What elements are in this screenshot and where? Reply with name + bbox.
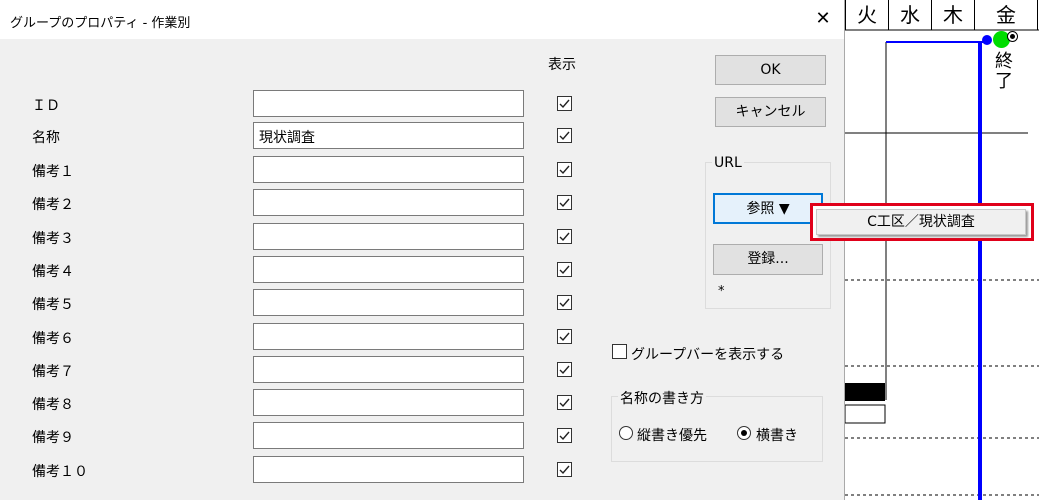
field-label: ＩＤ (32, 98, 60, 114)
show-group-bar-label: グループバーを表示する (631, 347, 785, 363)
checkmark-icon (559, 99, 570, 109)
milestone-target-icon (1007, 31, 1018, 42)
field-input[interactable] (253, 90, 524, 117)
checkmark-icon (559, 265, 570, 275)
display-checkbox[interactable] (557, 462, 572, 477)
field-label: 備考７ (32, 364, 74, 380)
field-input[interactable]: 現状調査 (253, 122, 524, 149)
field-input[interactable] (253, 456, 524, 483)
display-checkbox[interactable] (557, 96, 572, 111)
title-bar: グループのプロパティ - 作業別 ✕ (0, 0, 844, 39)
url-dropdown-menu: C工区／現状調査 (810, 203, 1034, 241)
ok-button[interactable]: OK (715, 55, 826, 85)
browse-button[interactable]: 参照 ▼ (713, 193, 823, 224)
dialog-title: グループのプロパティ - 作業別 (10, 16, 191, 31)
field-label: 備考２ (32, 197, 74, 213)
field-input[interactable] (253, 389, 524, 416)
field-input[interactable] (253, 156, 524, 183)
field-input[interactable] (253, 356, 524, 383)
name-style-group-title: 名称の書き方 (618, 388, 706, 408)
field-input[interactable] (253, 323, 524, 350)
display-checkbox[interactable] (557, 162, 572, 177)
field-label: 備考１０ (32, 464, 88, 480)
radio-dot-icon (741, 430, 747, 436)
checkmark-icon (559, 232, 570, 242)
show-group-bar-checkbox[interactable] (612, 344, 627, 359)
display-checkbox[interactable] (557, 428, 572, 443)
checkmark-icon (559, 431, 570, 441)
checkmark-icon (559, 198, 570, 208)
checkmark-icon (559, 298, 570, 308)
field-label: 備考６ (32, 331, 74, 347)
field-label: 備考８ (32, 397, 74, 413)
display-checkbox[interactable] (557, 262, 572, 277)
cancel-button[interactable]: キャンセル (715, 97, 826, 127)
display-checkbox[interactable] (557, 128, 572, 143)
field-input[interactable] (253, 223, 524, 250)
field-input[interactable] (253, 189, 524, 216)
checkmark-icon (559, 365, 570, 375)
register-button[interactable]: 登録... (713, 244, 823, 275)
day-header-fri: 金 (974, 0, 1038, 30)
display-checkbox[interactable] (557, 195, 572, 210)
display-checkbox[interactable] (557, 395, 572, 410)
horizontal-radio[interactable] (737, 426, 751, 440)
checkmark-icon (559, 332, 570, 342)
milestone-label: 終了 (995, 51, 1013, 92)
field-input[interactable] (253, 422, 524, 449)
display-checkbox[interactable] (557, 295, 572, 310)
display-column-header: 表示 (548, 57, 576, 73)
day-header-thu: 木 (931, 0, 974, 30)
close-button[interactable]: ✕ (810, 6, 836, 32)
checkmark-icon (559, 131, 570, 141)
checkmark-icon (559, 398, 570, 408)
field-input[interactable] (253, 256, 524, 283)
horizontal-label: 横書き (756, 428, 798, 444)
group-properties-dialog: グループのプロパティ - 作業別 ✕ 表示 ＩＤ 名称 現状調査備考１ 備考２ 備考３ 備… (0, 0, 845, 500)
vertical-priority-radio[interactable] (619, 426, 633, 440)
url-group-title: URL (712, 155, 744, 171)
day-header-wed: 水 (888, 0, 931, 30)
day-header-tue: 火 (845, 0, 888, 30)
field-label: 名称 (32, 130, 60, 146)
field-label: 備考５ (32, 297, 74, 313)
vertical-priority-label: 縦書き優先 (637, 428, 707, 444)
display-checkbox[interactable] (557, 329, 572, 344)
checkmark-icon (559, 465, 570, 475)
field-input[interactable] (253, 289, 524, 316)
field-label: 備考３ (32, 231, 74, 247)
menu-item-url[interactable]: C工区／現状調査 (816, 209, 1026, 235)
field-label: 備考９ (32, 430, 74, 446)
display-checkbox[interactable] (557, 229, 572, 244)
field-label: 備考４ (32, 264, 74, 280)
url-note: * (718, 284, 725, 299)
checkmark-icon (559, 165, 570, 175)
display-checkbox[interactable] (557, 362, 572, 377)
field-label: 備考１ (32, 164, 74, 180)
